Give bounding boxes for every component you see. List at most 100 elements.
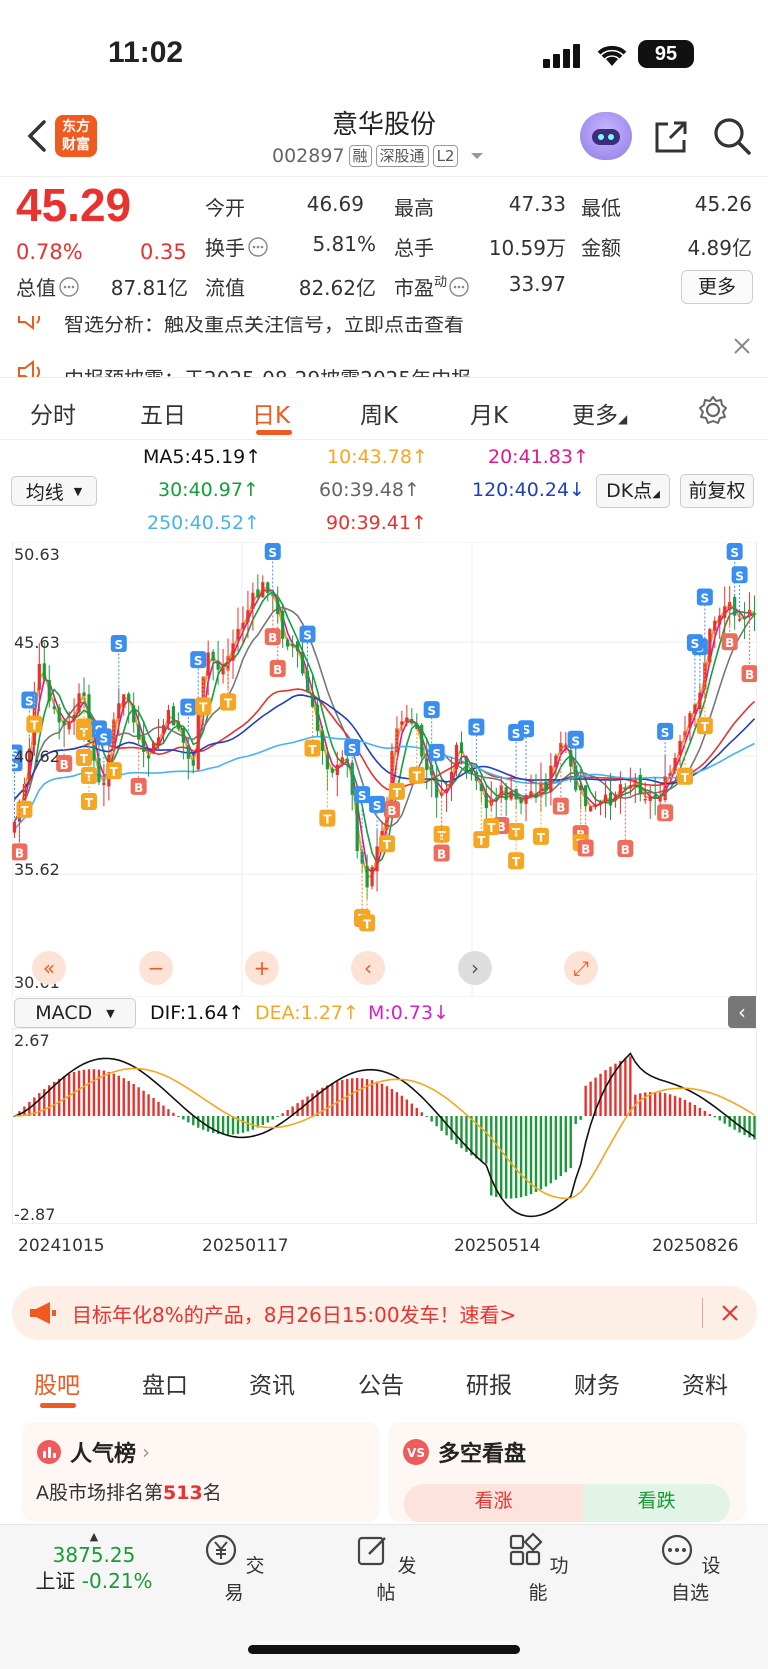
svg-text:VS: VS: [407, 1446, 425, 1460]
macd-bar: [82, 1069, 86, 1116]
mktcap-label-group[interactable]: 总值: [16, 272, 80, 301]
marker-letter: S: [25, 694, 34, 708]
macd-selector[interactable]: MACD ▼: [14, 998, 136, 1028]
marker-letter: T: [323, 813, 332, 827]
tab-daily-k[interactable]: 日K: [252, 396, 290, 430]
float-cap-label: 流值: [205, 276, 245, 300]
tab-financials[interactable]: 财务: [574, 1366, 620, 1400]
marker-letter: T: [30, 719, 39, 733]
bullbear-title: 多空看盘: [438, 1442, 527, 1467]
candle-body: [738, 618, 742, 621]
candle-body: [658, 797, 662, 802]
candle-body: [603, 794, 608, 803]
ma-selector[interactable]: 均线 ▼: [11, 476, 97, 506]
candle-body: [524, 794, 528, 804]
macd-bar: [470, 1116, 473, 1156]
tab-more[interactable]: 更多◢: [572, 396, 627, 430]
marker-letter: T: [413, 770, 422, 784]
candle-body: [579, 785, 583, 791]
popularity-card[interactable]: 人气榜 › A股市场排名第513名: [22, 1422, 380, 1522]
candle-body: [444, 789, 449, 792]
candle-body: [191, 760, 195, 766]
candle-body: [330, 768, 334, 773]
change-percent: 0.78%: [16, 240, 83, 264]
rank-chart-icon: [37, 1440, 61, 1464]
search-icon[interactable]: [712, 116, 752, 156]
marker-letter: T: [308, 743, 317, 757]
macd-bar: [351, 1078, 354, 1116]
zoom-in-button[interactable]: +: [245, 951, 279, 985]
ma60-legend: 60:39.48↑: [319, 479, 420, 501]
zoom-out-button[interactable]: −: [139, 951, 173, 985]
tab-research[interactable]: 研报: [466, 1366, 512, 1400]
pe-label-group[interactable]: 市盈 动: [394, 272, 470, 301]
macd-bar: [678, 1097, 682, 1116]
macd-bar: [564, 1116, 567, 1173]
marker-letter: T: [363, 917, 372, 931]
tab-profile[interactable]: 资料: [682, 1366, 728, 1400]
scroll-right-button[interactable]: ›: [458, 951, 492, 985]
candle-body: [370, 867, 374, 887]
bullbear-vote-bar[interactable]: 看涨 看跌: [404, 1484, 730, 1522]
index-ticker[interactable]: ▲ 3875.25 上证 -0.21%: [24, 1530, 164, 1595]
macd-bar: [653, 1091, 657, 1116]
candle-body: [320, 730, 325, 751]
scroll-far-left-button[interactable]: «: [32, 951, 66, 985]
close-icon[interactable]: [732, 336, 752, 356]
promo-text: 目标年化8%的产品，8月26日15:00发车！速看>: [72, 1302, 517, 1327]
macd-bar: [77, 1070, 81, 1116]
nav-post[interactable]: 发帖: [346, 1532, 426, 1605]
turnover-label-group[interactable]: 换手: [205, 232, 269, 261]
candle-body: [92, 745, 96, 761]
close-icon[interactable]: [721, 1304, 739, 1322]
marker-letter: B: [556, 801, 565, 815]
tab-news[interactable]: 资讯: [249, 1366, 295, 1400]
macd-bar: [102, 1070, 106, 1116]
dk-point-button[interactable]: DK点◢: [596, 474, 670, 508]
tab-intraday[interactable]: 分时: [30, 396, 76, 430]
macd-bar: [708, 1114, 712, 1116]
candle-body: [598, 801, 603, 805]
scroll-left-button[interactable]: ‹: [351, 951, 385, 985]
tab-forum[interactable]: 股吧: [34, 1366, 80, 1400]
gear-icon[interactable]: [697, 394, 729, 426]
more-quote-button[interactable]: 更多: [681, 270, 753, 304]
candle-body: [246, 610, 250, 623]
bull-bear-card[interactable]: VS 多空看盘 看涨 看跌: [388, 1422, 746, 1522]
marker-letter: T: [477, 834, 486, 848]
nav-watchlist[interactable]: 设自选: [650, 1532, 730, 1605]
macd-chart[interactable]: [12, 1028, 757, 1224]
tab-announcements[interactable]: 公告: [358, 1366, 404, 1400]
candle-body: [261, 582, 265, 598]
ai-assistant-icon[interactable]: [580, 112, 632, 160]
notice-ticker[interactable]: 智选分析：触及重点关注信号，立即点击查看 中报预披露：于2025-08-29披露…: [0, 316, 768, 378]
candle-body: [132, 705, 136, 723]
share-icon[interactable]: [652, 118, 690, 156]
collapse-panel-button[interactable]: ‹: [728, 996, 756, 1028]
adjust-button[interactable]: 前复权: [680, 474, 754, 508]
stock-code-row[interactable]: 002897 融 深股通 L2: [272, 145, 486, 167]
candle-body: [221, 668, 225, 675]
marker-letter: T: [80, 752, 89, 766]
macd-bar: [331, 1083, 334, 1116]
macd-bar: [365, 1079, 369, 1116]
change-amount: 0.35: [140, 240, 187, 264]
wifi-icon: [597, 45, 627, 66]
candle-body: [723, 606, 727, 619]
megaphone-icon: [30, 1302, 56, 1324]
nav-trade[interactable]: 交易: [194, 1532, 274, 1605]
marker-letter: B: [437, 847, 446, 861]
candle-body: [752, 613, 757, 615]
bear-vote[interactable]: 看跌: [583, 1484, 730, 1522]
macd-bar: [579, 1116, 582, 1120]
tab-five-day[interactable]: 五日: [140, 396, 186, 430]
nav-apps[interactable]: 功能: [498, 1532, 578, 1605]
kline-chart[interactable]: BTTSSTBSSSBSSBTSBTTTTSBSSTSTSTTTSBTSSTSS…: [12, 542, 757, 997]
tab-weekly-k[interactable]: 周K: [360, 396, 398, 430]
tab-order-book[interactable]: 盘口: [142, 1366, 188, 1400]
turnover-label: 换手: [205, 236, 245, 260]
promo-banner[interactable]: 目标年化8%的产品，8月26日15:00发车！速看>: [12, 1286, 757, 1340]
bull-vote[interactable]: 看涨: [404, 1484, 584, 1522]
tab-monthly-k[interactable]: 月K: [470, 396, 508, 430]
fullscreen-button[interactable]: ⤢: [564, 951, 598, 985]
